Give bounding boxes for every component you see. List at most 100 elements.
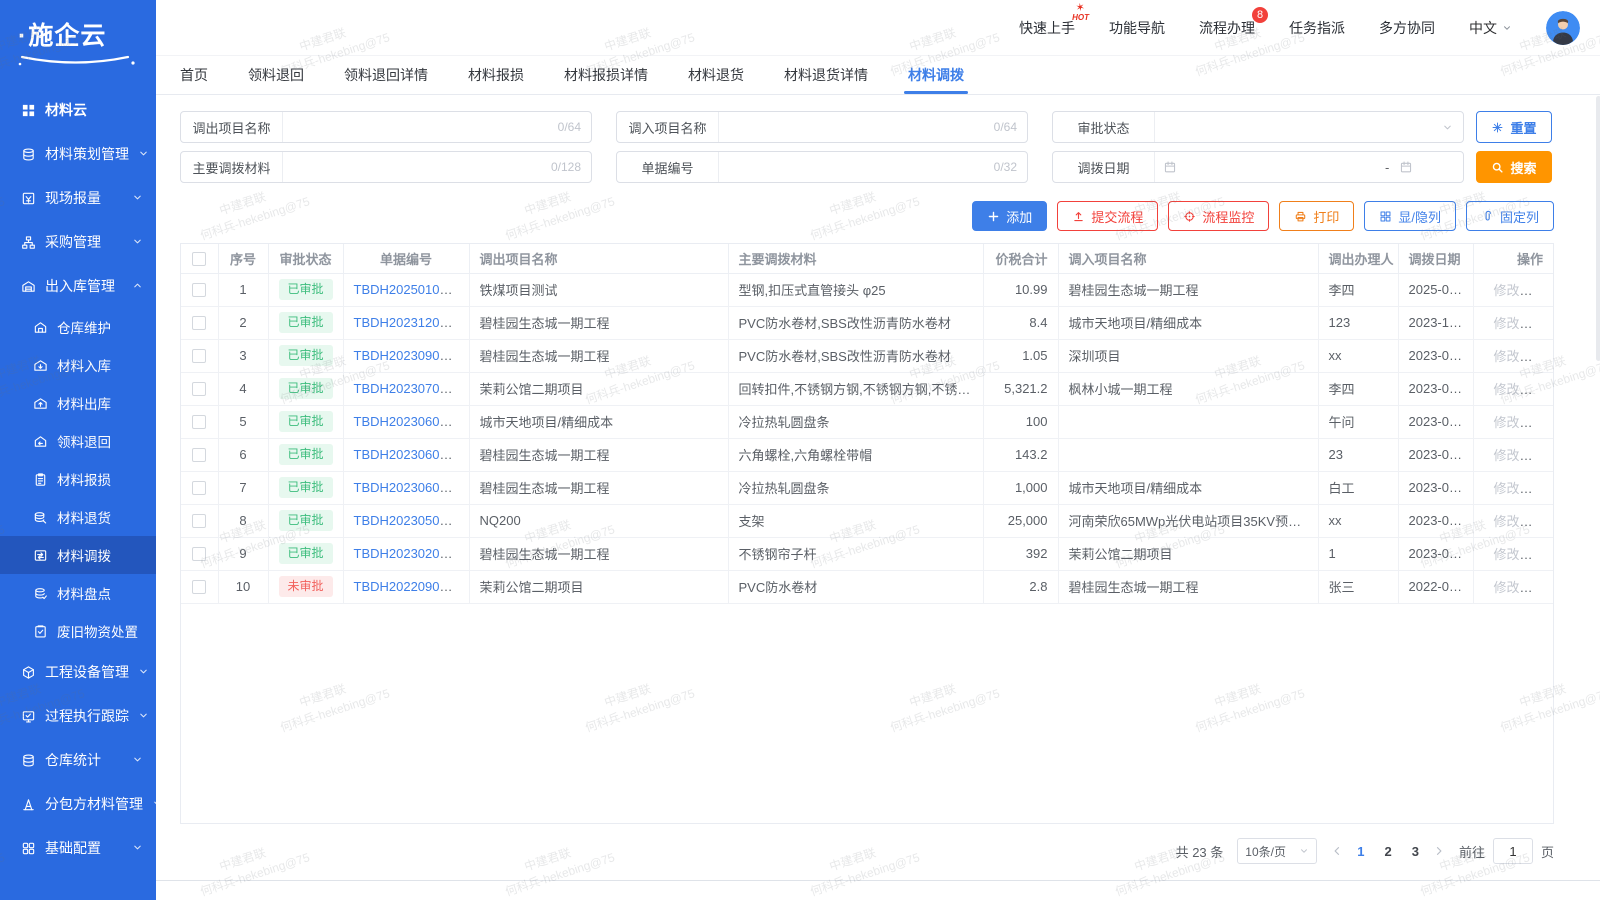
edit-link[interactable]: 修改 xyxy=(1494,283,1520,298)
topnav-item-3[interactable]: 任务指派 xyxy=(1289,18,1345,38)
doc-no-link[interactable]: TBDH2023070351 xyxy=(354,381,462,396)
row-checkbox[interactable] xyxy=(192,283,206,297)
toolbar-button-1[interactable]: 提交流程 xyxy=(1057,201,1158,231)
filter-approval-status-value[interactable] xyxy=(1155,112,1442,142)
edit-link[interactable]: 修改 xyxy=(1494,448,1520,463)
row-checkbox[interactable] xyxy=(192,514,206,528)
sidebar-item-6[interactable]: 仓库统计 xyxy=(0,738,156,782)
toolbar-button-0[interactable]: 添加 xyxy=(972,201,1047,231)
edit-link[interactable]: 修改 xyxy=(1494,514,1520,529)
doc-no-link[interactable]: TBDH2023060336 xyxy=(354,414,462,429)
doc-no-link[interactable]: TBDH2025010765 xyxy=(354,282,462,297)
sidebar-subitem-5[interactable]: 材料退货 xyxy=(0,498,156,536)
delete-link[interactable]: 删除 xyxy=(1530,514,1553,529)
sidebar-product[interactable]: 材料云 xyxy=(0,88,156,132)
sidebar-item-0[interactable]: 材料策划管理 xyxy=(0,132,156,176)
sidebar-subitem-3[interactable]: 领料退回 xyxy=(0,422,156,460)
tab-5[interactable]: 材料退货 xyxy=(688,56,744,94)
filter-materials-input[interactable] xyxy=(283,152,551,182)
delete-link[interactable]: 删除 xyxy=(1530,580,1553,595)
edit-link[interactable]: 修改 xyxy=(1494,349,1520,364)
topnav-item-1[interactable]: 功能导航 xyxy=(1109,18,1165,38)
sidebar-item-2[interactable]: 采购管理 xyxy=(0,220,156,264)
delete-link[interactable]: 删除 xyxy=(1530,382,1553,397)
goto-page-input[interactable] xyxy=(1493,838,1533,864)
doc-no-link[interactable]: TBDH2023050277 xyxy=(354,513,462,528)
search-button[interactable]: 搜索 xyxy=(1476,151,1552,183)
tab-2[interactable]: 领料退回详情 xyxy=(344,56,428,94)
row-checkbox[interactable] xyxy=(192,349,206,363)
delete-link[interactable]: 删除 xyxy=(1530,283,1553,298)
sidebar-subitem-8[interactable]: 废旧物资处置 xyxy=(0,612,156,650)
edit-link[interactable]: 修改 xyxy=(1494,415,1520,430)
sidebar-subitem-1[interactable]: 材料入库 xyxy=(0,346,156,384)
sidebar-subitem-0[interactable]: 仓库维护 xyxy=(0,308,156,346)
tab-6[interactable]: 材料退货详情 xyxy=(784,56,868,94)
toolbar-button-4[interactable]: 显/隐列 xyxy=(1364,201,1456,231)
sidebar-item-3[interactable]: 出入库管理 xyxy=(0,264,156,308)
tab-7[interactable]: 材料调拨 xyxy=(908,56,964,94)
sidebar-item-1[interactable]: 现场报量 xyxy=(0,176,156,220)
delete-link[interactable]: 删除 xyxy=(1530,547,1553,562)
tab-0[interactable]: 首页 xyxy=(180,56,208,94)
row-checkbox[interactable] xyxy=(192,415,206,429)
topnav-item-2[interactable]: 流程办理8 xyxy=(1199,18,1255,38)
filter-in-project-input[interactable] xyxy=(719,112,994,142)
filter-out-project-input[interactable] xyxy=(283,112,558,142)
doc-no-link[interactable]: TBDH2023120480 xyxy=(354,315,462,330)
sidebar-item-4[interactable]: 工程设备管理 xyxy=(0,650,156,694)
edit-link[interactable]: 修改 xyxy=(1494,580,1520,595)
toolbar-button-3[interactable]: 打印 xyxy=(1279,201,1354,231)
delete-link[interactable]: 删除 xyxy=(1530,349,1553,364)
sidebar-subitem-2[interactable]: 材料出库 xyxy=(0,384,156,422)
edit-link[interactable]: 修改 xyxy=(1494,481,1520,496)
row-checkbox[interactable] xyxy=(192,316,206,330)
row-checkbox[interactable] xyxy=(192,547,206,561)
row-checkbox[interactable] xyxy=(192,580,206,594)
doc-no-link[interactable]: TBDH2022090173 xyxy=(354,579,462,594)
page-number-3[interactable]: 3 xyxy=(1412,844,1419,859)
page-number-1[interactable]: 1 xyxy=(1357,844,1364,859)
page-size-select[interactable]: 10条/页 xyxy=(1237,838,1317,864)
filter-doc-no-input[interactable] xyxy=(719,152,994,182)
delete-link[interactable]: 删除 xyxy=(1530,316,1553,331)
edit-link[interactable]: 修改 xyxy=(1494,382,1520,397)
row-checkbox[interactable] xyxy=(192,382,206,396)
reset-button[interactable]: 重置 xyxy=(1476,111,1552,143)
row-checkbox[interactable] xyxy=(192,448,206,462)
doc-no-link[interactable]: TBDH2023090393 xyxy=(354,348,462,363)
row-checkbox[interactable] xyxy=(192,481,206,495)
doc-no-link[interactable]: TBDH2023060329 xyxy=(354,480,462,495)
topnav-item-0[interactable]: 快速上手✶HOT xyxy=(1019,18,1075,38)
scrollbar[interactable] xyxy=(1596,96,1600,361)
topnav-item-4[interactable]: 多方协同 xyxy=(1379,18,1435,38)
sidebar-item-8[interactable]: 基础配置 xyxy=(0,826,156,870)
date-start-picker[interactable] xyxy=(1155,152,1383,182)
sidebar-item-7[interactable]: 分包方材料管理 xyxy=(0,782,156,826)
language-selector[interactable]: 中文 xyxy=(1469,18,1512,38)
tab-4[interactable]: 材料报损详情 xyxy=(564,56,648,94)
subcontract-icon xyxy=(20,796,36,812)
doc-no-link[interactable]: TBDH2023060335 xyxy=(354,447,462,462)
sidebar-subitem-7[interactable]: 材料盘点 xyxy=(0,574,156,612)
edit-link[interactable]: 修改 xyxy=(1494,316,1520,331)
filter-approval-status[interactable]: 审批状态 xyxy=(1052,111,1464,143)
page-number-2[interactable]: 2 xyxy=(1385,844,1392,859)
prev-page-button[interactable] xyxy=(1331,845,1343,857)
sidebar-subitem-4[interactable]: 材料报损 xyxy=(0,460,156,498)
toolbar-button-2[interactable]: 流程监控 xyxy=(1168,201,1269,231)
delete-link[interactable]: 删除 xyxy=(1530,481,1553,496)
delete-link[interactable]: 删除 xyxy=(1530,448,1553,463)
sidebar-item-5[interactable]: 过程执行跟踪 xyxy=(0,694,156,738)
date-start-input[interactable] xyxy=(1183,152,1375,182)
user-avatar[interactable] xyxy=(1546,11,1580,45)
tab-3[interactable]: 材料报损 xyxy=(468,56,524,94)
next-page-button[interactable] xyxy=(1433,845,1445,857)
tab-1[interactable]: 领料退回 xyxy=(248,56,304,94)
select-all-checkbox[interactable] xyxy=(192,252,206,266)
delete-link[interactable]: 删除 xyxy=(1530,415,1553,430)
edit-link[interactable]: 修改 xyxy=(1494,547,1520,562)
toolbar-button-5[interactable]: 固定列 xyxy=(1466,201,1554,231)
sidebar-subitem-6[interactable]: 材料调拨 xyxy=(0,536,156,574)
doc-no-link[interactable]: TBDH2023020229 xyxy=(354,546,462,561)
